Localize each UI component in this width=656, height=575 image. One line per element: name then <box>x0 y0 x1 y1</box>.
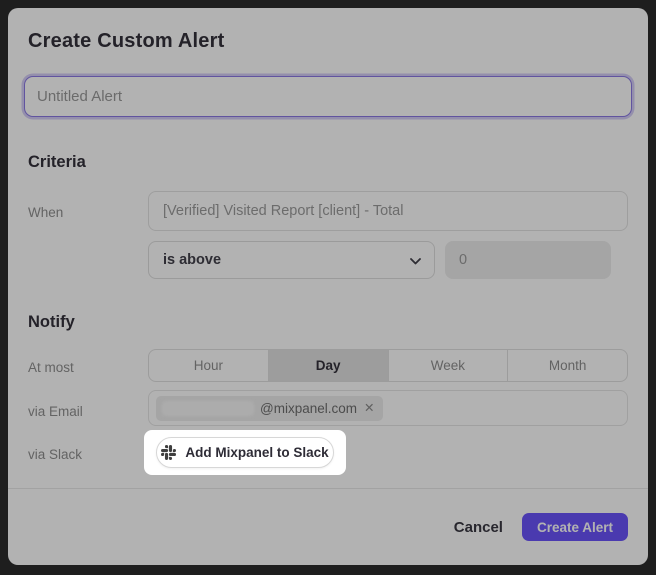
add-mixpanel-to-slack-button[interactable]: Add Mixpanel to Slack <box>156 437 334 468</box>
slack-icon <box>161 445 176 460</box>
tour-dim-overlay <box>0 0 656 575</box>
slack-button-label: Add Mixpanel to Slack <box>185 445 328 460</box>
slack-button-spotlight: Add Mixpanel to Slack <box>144 430 346 475</box>
